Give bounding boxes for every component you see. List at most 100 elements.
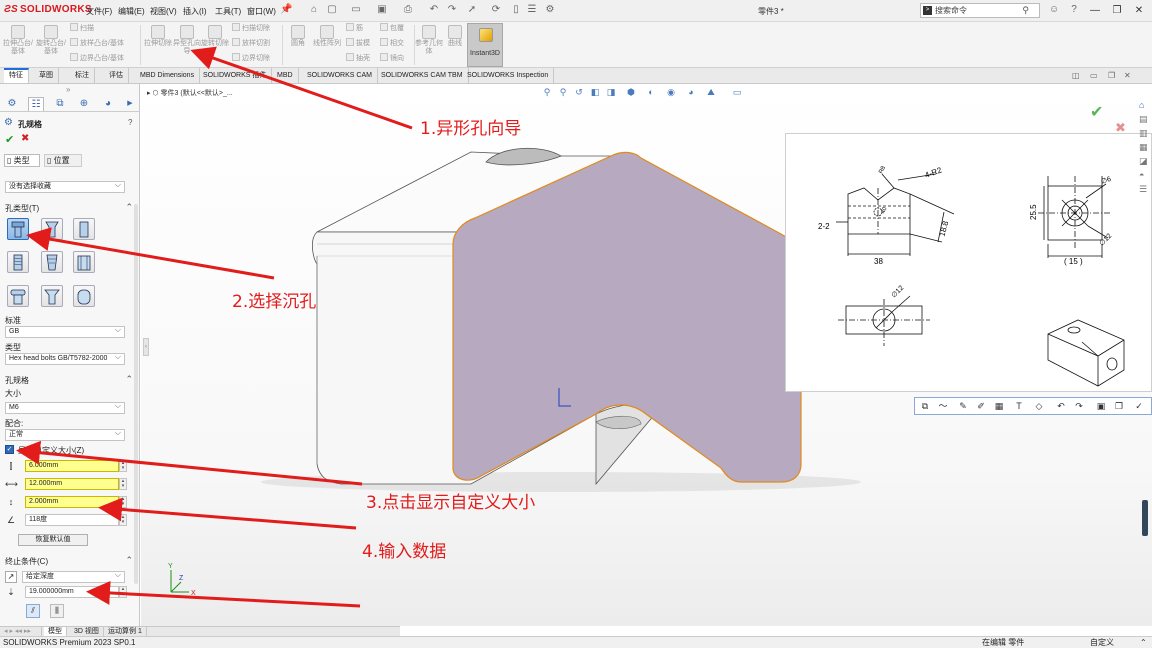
side-handle-icon[interactable]: [1142, 500, 1148, 536]
feature-manager-icon[interactable]: ⚙: [4, 97, 20, 111]
resources-icon[interactable]: ▤: [1139, 114, 1148, 125]
save-icon[interactable]: ▣: [376, 4, 388, 16]
reverse-direction-icon[interactable]: ↗: [5, 571, 17, 583]
user-account-icon[interactable]: ☺: [1048, 4, 1060, 16]
pin-icon[interactable]: 📌: [280, 4, 292, 16]
fillet-button[interactable]: 圆角: [283, 23, 313, 48]
dimxpert-icon[interactable]: ⊕: [76, 97, 92, 111]
hole-type-counterbore-button[interactable]: [7, 218, 29, 240]
extrude-cut-button[interactable]: 拉伸切除: [143, 23, 173, 48]
tab-solidworks-addins[interactable]: SOLIDWORKS 插件: [198, 68, 273, 83]
save-icon[interactable]: ▣: [1095, 400, 1107, 412]
revolve-cut-button[interactable]: 旋转切除: [200, 23, 230, 48]
standard-combo[interactable]: GB: [5, 325, 125, 338]
curves-button[interactable]: 曲线: [440, 23, 470, 48]
hole-type-pipe-tap-button[interactable]: [41, 251, 63, 273]
favorite-combo[interactable]: 没有选择收藏: [5, 180, 125, 193]
counterbore-depth-input[interactable]: 2.000mm: [25, 496, 119, 508]
menu-window[interactable]: 窗口(W): [247, 6, 276, 17]
fit-combo[interactable]: 正常: [5, 428, 125, 441]
spin-button[interactable]: ▴ ▾: [119, 478, 127, 490]
print-icon[interactable]: ⎙: [402, 4, 414, 16]
sweep-button[interactable]: 扫描: [70, 23, 94, 35]
tab-mbd-dimensions[interactable]: MBD Dimensions: [135, 68, 201, 83]
end-condition-combo[interactable]: 给定深度: [22, 570, 125, 583]
configuration-manager-icon[interactable]: ⧉: [52, 97, 68, 111]
crop-icon[interactable]: ⧉: [919, 400, 931, 412]
bottom-angle-input[interactable]: 118度: [25, 514, 119, 526]
text-tool-icon[interactable]: T: [1013, 400, 1025, 412]
menu-tools[interactable]: 工具(T): [215, 6, 241, 17]
end-condition-section-header[interactable]: 终止条件(C) ⌃: [5, 555, 133, 568]
spin-button[interactable]: ▴ ▾: [119, 460, 127, 472]
rib-button[interactable]: 筋: [346, 23, 363, 35]
hole-type-section-header[interactable]: 孔类型(T) ⌃: [5, 202, 133, 215]
boundary-cut-button[interactable]: 边界切除: [232, 53, 270, 65]
counterbore-diameter-input[interactable]: 12.000mm: [25, 478, 119, 490]
undo-icon[interactable]: ↶: [428, 4, 440, 16]
panel-collapse-handle[interactable]: ‹: [143, 338, 149, 356]
tab-hole-type[interactable]: ▯ 类型: [4, 154, 40, 167]
hole-type-slot-button[interactable]: [73, 285, 95, 307]
new-doc-icon[interactable]: ▢: [326, 4, 338, 16]
panel-collapse-icon[interactable]: »: [66, 85, 70, 94]
freehand-icon[interactable]: 〜: [937, 400, 949, 412]
redo-icon[interactable]: ↷: [446, 4, 458, 16]
close-window-button[interactable]: ✕: [1128, 3, 1150, 18]
units-custom-text[interactable]: 自定义: [1090, 637, 1114, 648]
undo-icon[interactable]: ↶: [1055, 400, 1067, 412]
panel-help-icon[interactable]: ?: [128, 118, 132, 127]
tab-maximize-icon[interactable]: ▭: [1090, 71, 1098, 80]
tab-solidworks-cam-tbm[interactable]: SOLIDWORKS CAM TBM: [376, 68, 469, 83]
rebuild-icon[interactable]: ⟳: [490, 4, 502, 16]
pen-icon[interactable]: ✎: [957, 400, 969, 412]
view-palette-icon[interactable]: ◪: [1139, 156, 1148, 167]
hole-type-legacy-button[interactable]: [73, 251, 95, 273]
revolve-boss-button[interactable]: 旋转凸台/基体: [36, 23, 66, 56]
wrap-button[interactable]: 包覆: [380, 23, 404, 35]
command-search-input[interactable]: > 搜索命令 ⚲: [920, 3, 1040, 18]
intersect-button[interactable]: 相交: [380, 38, 404, 50]
tab-tile-icon[interactable]: ❐: [1108, 71, 1115, 80]
hole-type-hole-button[interactable]: [73, 218, 95, 240]
spin-button[interactable]: ▴ ▾: [119, 586, 127, 598]
tab-markup[interactable]: 标注: [70, 68, 95, 83]
tab-evaluate[interactable]: 评估: [104, 68, 129, 83]
extrude-boss-button[interactable]: 拉伸凸台/基体: [3, 23, 33, 56]
spin-button[interactable]: ▴ ▾: [119, 514, 127, 526]
fastener-type-combo[interactable]: Hex head bolts GB/T5782-2000: [5, 352, 125, 365]
panel-scrollbar[interactable]: [134, 204, 138, 584]
minimize-button[interactable]: —: [1084, 3, 1106, 18]
tab-mbd[interactable]: MBD: [272, 68, 299, 83]
help-icon[interactable]: ?: [1068, 4, 1080, 16]
tab-solidworks-cam[interactable]: SOLIDWORKS CAM: [302, 68, 378, 83]
options-list-icon[interactable]: ☰: [526, 4, 538, 16]
tab-features[interactable]: 特征: [4, 68, 29, 83]
loft-button[interactable]: 放样凸台/基体: [70, 38, 124, 50]
search-icon[interactable]: ⚲: [1022, 4, 1029, 17]
select-arrow-icon[interactable]: ➚: [466, 4, 478, 16]
highlighter-icon[interactable]: ✐: [975, 400, 987, 412]
cancel-x-icon[interactable]: ✖: [21, 133, 29, 144]
property-manager-icon[interactable]: ☷: [28, 97, 44, 111]
draft-button[interactable]: 拔模: [346, 38, 370, 50]
custom-size-checkbox[interactable]: ✓: [5, 445, 14, 454]
tab-sketch[interactable]: 草图: [34, 68, 59, 83]
home-icon[interactable]: ⌂: [308, 4, 320, 16]
restore-defaults-button[interactable]: 恢复默认值: [18, 534, 88, 546]
menu-view[interactable]: 视图(V): [150, 6, 177, 17]
spin-button[interactable]: ▴ ▾: [119, 496, 127, 508]
panel-more-icon[interactable]: ▶: [122, 97, 138, 111]
custom-properties-icon[interactable]: ☰: [1139, 184, 1147, 195]
tab-restore-icon[interactable]: ◫: [1072, 71, 1080, 80]
file-explorer-icon[interactable]: ▦: [1139, 142, 1148, 153]
ok-check-icon[interactable]: ✔: [5, 133, 14, 146]
linear-pattern-button[interactable]: 线性阵列: [312, 23, 342, 48]
menu-insert[interactable]: 插入(I): [183, 6, 207, 17]
hole-type-countersink-button[interactable]: [41, 218, 63, 240]
tab-hole-position[interactable]: ▯ 位置: [44, 154, 82, 167]
settings-gear-icon[interactable]: ⚙: [544, 4, 556, 16]
tab-solidworks-inspection[interactable]: SOLIDWORKS Inspection: [462, 68, 555, 83]
copy-icon[interactable]: ❐: [1113, 400, 1125, 412]
eraser-icon[interactable]: ◇: [1033, 400, 1045, 412]
